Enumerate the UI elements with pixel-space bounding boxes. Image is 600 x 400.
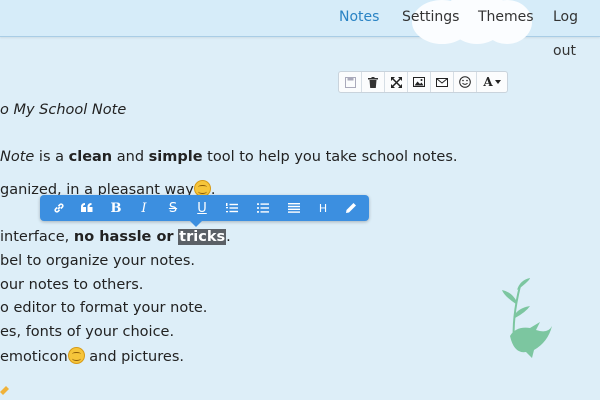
align-button[interactable] (281, 195, 307, 221)
note-line-7[interactable]: es, fonts of your choice. (0, 324, 174, 340)
note-text: emoticon (0, 349, 68, 365)
note-text: interface, (0, 229, 74, 245)
note-text: . (226, 229, 231, 245)
note-line-3[interactable]: interface, no hassle or tricks. (0, 229, 231, 245)
top-nav: Notes Settings Themes Log out (0, 0, 600, 59)
note-line-1[interactable]: Note is a clean and simple tool to help … (0, 149, 458, 165)
italic-button[interactable]: I (131, 195, 157, 221)
note-line-8[interactable]: emoticon and pictures. (0, 347, 184, 365)
note-line-5[interactable]: our notes to others. (0, 277, 143, 293)
pencil-icon (346, 203, 356, 213)
note-line-1-app-name: Note (0, 149, 35, 165)
nav-themes[interactable]: Themes (478, 0, 534, 36)
align-justify-icon (288, 203, 300, 213)
delete-button[interactable] (362, 72, 385, 92)
smiley-emoticon-icon (67, 347, 85, 364)
save-button[interactable] (339, 72, 362, 92)
editor-toolbar: A (338, 71, 508, 93)
note-bold-no-hassle: no hassle or (73, 229, 174, 245)
note-text: tool to help you take school notes. (202, 149, 458, 165)
pencil-decoration-icon (0, 386, 9, 395)
quote-icon (81, 203, 93, 212)
numbered-list-icon (226, 202, 238, 212)
quote-button[interactable] (74, 195, 100, 221)
caret-down-icon (494, 80, 501, 84)
note-bold-simple: simple (148, 149, 203, 165)
nav-settings[interactable]: Settings (402, 0, 459, 36)
delete-icon (368, 76, 378, 88)
font-icon: A (483, 75, 493, 89)
note-text: is a (34, 149, 69, 165)
mail-button[interactable] (431, 72, 454, 92)
pencil-button[interactable] (338, 195, 364, 221)
image-button[interactable] (408, 72, 431, 92)
fullscreen-icon (390, 76, 402, 88)
note-text: and pictures. (84, 349, 184, 365)
image-icon (413, 77, 425, 87)
bird-decoration-icon (502, 278, 552, 358)
underline-button[interactable]: U (189, 195, 215, 221)
bullet-list-icon (257, 203, 269, 213)
strikethrough-button[interactable]: S (160, 195, 186, 221)
link-button[interactable] (46, 195, 72, 221)
save-icon (344, 76, 356, 88)
note-title[interactable]: o My School Note (0, 102, 126, 118)
bold-button[interactable]: B (103, 195, 129, 221)
note-line-6[interactable]: o editor to format your note. (0, 300, 207, 316)
fullscreen-button[interactable] (385, 72, 408, 92)
numbered-list-button[interactable] (219, 195, 245, 221)
mail-icon (436, 77, 448, 87)
note-text: and (112, 149, 149, 165)
note-line-4[interactable]: bel to organize your notes. (0, 253, 195, 269)
font-button[interactable]: A (477, 72, 507, 92)
link-icon (54, 203, 64, 213)
format-bar: B I S U H (40, 195, 369, 227)
bullet-list-button[interactable] (250, 195, 276, 221)
nav-notes[interactable]: Notes (339, 0, 379, 36)
nav-logout[interactable]: Log out (553, 0, 600, 59)
emoticon-button[interactable] (454, 72, 477, 92)
selected-text[interactable]: tricks (178, 229, 227, 245)
note-bold-clean: clean (68, 149, 113, 165)
emoticon-icon (459, 76, 471, 88)
heading-button[interactable]: H (310, 195, 336, 221)
